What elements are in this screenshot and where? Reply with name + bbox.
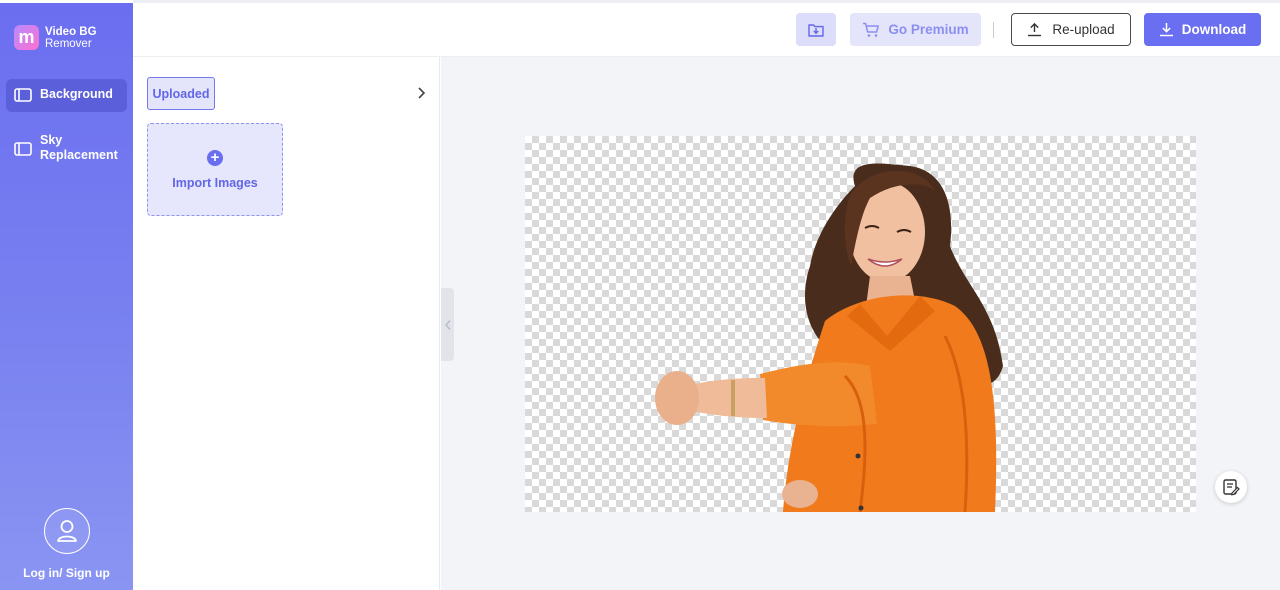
- go-premium-label: Go Premium: [888, 22, 969, 37]
- panel-collapse-handle[interactable]: [441, 288, 454, 361]
- canvas-area: [441, 57, 1280, 590]
- subject-cutout-image: [655, 163, 1003, 512]
- tab-uploaded-label: Uploaded: [152, 86, 210, 101]
- asset-panel: Uploaded + Import Images: [133, 57, 440, 590]
- top-toolbar: Go Premium Re-upload Download: [133, 0, 1280, 57]
- chevron-left-icon: [444, 319, 451, 330]
- chevron-right-icon[interactable]: [416, 86, 426, 100]
- sidebar: m Video BG Remover Background Sky Replac…: [0, 3, 133, 590]
- sidebar-item-sky-replacement[interactable]: Sky Replacement: [6, 125, 127, 169]
- video-icon: [14, 142, 32, 156]
- video-icon: [14, 88, 32, 102]
- download-to-folder-icon: [808, 24, 824, 37]
- go-premium-button[interactable]: Go Premium: [850, 13, 981, 46]
- sidebar-item-label: Background: [40, 87, 113, 101]
- app-logo[interactable]: m Video BG Remover: [14, 25, 97, 50]
- logo-line-2: Remover: [45, 37, 92, 50]
- download-label: Download: [1181, 22, 1247, 37]
- cart-icon: [863, 22, 880, 37]
- user-icon: [56, 520, 77, 542]
- plus-circle-icon: +: [207, 149, 223, 166]
- video-preview[interactable]: [525, 136, 1196, 512]
- download-button[interactable]: Download: [1144, 13, 1261, 46]
- sidebar-item-label: Sky Replacement: [40, 133, 118, 162]
- toolbar-divider: [993, 22, 994, 38]
- logo-text: Video BG Remover: [45, 26, 97, 50]
- avatar[interactable]: [43, 508, 90, 554]
- tab-uploaded[interactable]: Uploaded: [147, 77, 215, 110]
- sidebar-item-background[interactable]: Background: [6, 79, 127, 112]
- import-images-label: Import Images: [172, 175, 258, 190]
- logo-line-1: Video BG: [45, 25, 97, 38]
- edit-notes-icon: [1223, 479, 1240, 496]
- upload-icon: [1028, 22, 1042, 37]
- import-images-button[interactable]: + Import Images: [147, 123, 283, 216]
- download-icon: [1159, 23, 1173, 37]
- app-root: m Video BG Remover Background Sky Replac…: [0, 0, 1280, 590]
- notes-button[interactable]: [1215, 471, 1247, 503]
- login-link[interactable]: Log in/ Sign up: [0, 566, 133, 580]
- login-section: Log in/ Sign up: [0, 508, 133, 580]
- save-to-folder-button[interactable]: [796, 13, 836, 46]
- re-upload-button[interactable]: Re-upload: [1011, 13, 1131, 46]
- re-upload-label: Re-upload: [1052, 22, 1115, 37]
- logo-mark: m: [14, 25, 39, 50]
